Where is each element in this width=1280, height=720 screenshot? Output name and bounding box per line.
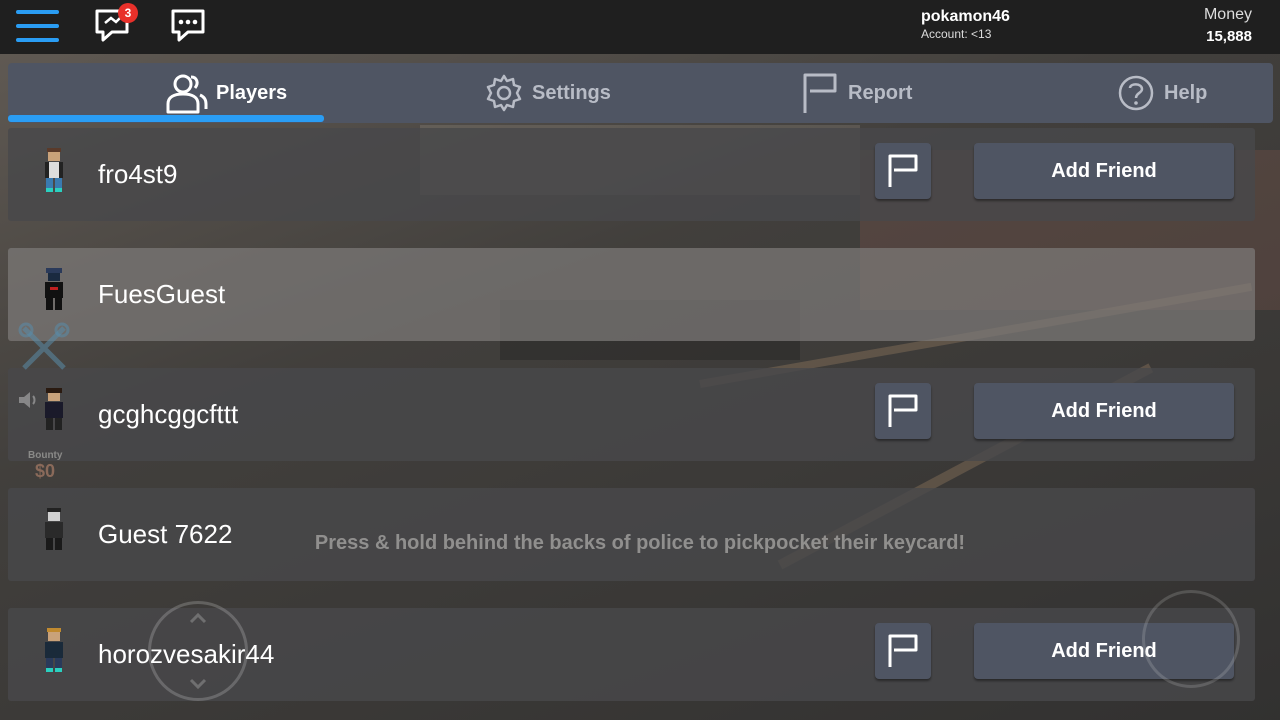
add-friend-button[interactable]: Add Friend bbox=[974, 143, 1234, 199]
gameplay-hint: Press & hold behind the backs of police … bbox=[314, 532, 966, 554]
player-row: gcghcggcfttt Add Friend bbox=[8, 368, 1255, 461]
question-icon bbox=[1118, 75, 1154, 111]
tab-bar: Players Settings Report Help bbox=[8, 63, 1273, 123]
tab-players-label: Players bbox=[216, 81, 288, 104]
tab-report[interactable]: Report bbox=[800, 63, 912, 123]
player-avatar bbox=[45, 388, 63, 430]
bounty-value: $0 bbox=[34, 461, 56, 481]
active-tab-indicator bbox=[8, 115, 324, 122]
report-player-button[interactable] bbox=[875, 143, 931, 199]
player-avatar bbox=[45, 148, 63, 192]
top-bar: 3 pokamon46 Account: <13 Money 15,888 bbox=[0, 0, 1280, 54]
player-row: FuesGuest bbox=[8, 248, 1255, 341]
player-name: gcghcggcfttt bbox=[98, 399, 239, 429]
chat-bubble-icon bbox=[171, 9, 205, 42]
joystick-arrows-icon bbox=[189, 612, 207, 690]
money-label: Money bbox=[1203, 6, 1252, 23]
chat-button[interactable] bbox=[170, 8, 210, 46]
speaker-icon[interactable] bbox=[16, 388, 40, 412]
player-avatar bbox=[45, 268, 63, 310]
money-display: Money 15,888 bbox=[1204, 6, 1252, 45]
tools-icon[interactable] bbox=[16, 320, 72, 376]
player-name: fro4st9 bbox=[98, 159, 178, 189]
username: pokamon46 bbox=[921, 8, 1010, 25]
add-friend-button[interactable]: Add Friend bbox=[974, 383, 1234, 439]
gear-icon bbox=[486, 74, 522, 112]
report-player-button[interactable] bbox=[875, 623, 931, 679]
tab-help-label: Help bbox=[1164, 81, 1208, 104]
account-age: Account: <13 bbox=[921, 27, 992, 41]
flag-icon bbox=[803, 73, 837, 113]
tab-report-label: Report bbox=[848, 81, 913, 104]
report-player-button[interactable] bbox=[875, 383, 931, 439]
flag-icon bbox=[888, 394, 918, 427]
bounty-label: Bounty bbox=[28, 450, 63, 461]
player-row: fro4st9 Add Friend bbox=[8, 128, 1255, 221]
notification-badge: 3 bbox=[118, 3, 138, 23]
tab-help[interactable]: Help bbox=[1116, 63, 1207, 123]
tab-settings[interactable]: Settings bbox=[484, 63, 611, 123]
account-info: pokamon46 Account: <13 bbox=[921, 8, 1010, 41]
flag-icon bbox=[888, 634, 918, 667]
bounty-display: Bounty $0 bbox=[28, 450, 62, 482]
movement-joystick[interactable] bbox=[148, 601, 248, 701]
jump-button[interactable] bbox=[1142, 590, 1240, 688]
player-name: FuesGuest bbox=[98, 279, 226, 309]
tab-settings-label: Settings bbox=[532, 81, 611, 104]
tab-players[interactable]: Players bbox=[164, 63, 287, 123]
money-value: 15,888 bbox=[1206, 28, 1252, 45]
menu-icon[interactable] bbox=[16, 10, 60, 44]
players-icon bbox=[166, 74, 208, 114]
flag-icon bbox=[888, 154, 918, 187]
player-avatar bbox=[45, 628, 63, 672]
notifications-chat-button[interactable]: 3 bbox=[94, 3, 138, 46]
